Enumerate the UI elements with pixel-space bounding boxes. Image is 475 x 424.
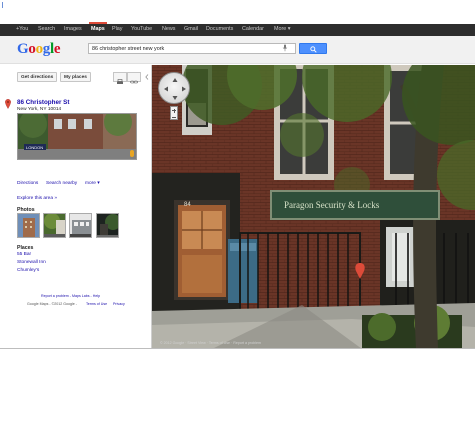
window-bottom-border xyxy=(0,348,475,349)
search-icon xyxy=(310,46,317,53)
get-directions-button[interactable]: Get directions xyxy=(17,72,58,82)
photo-thumbnail[interactable] xyxy=(69,213,92,238)
search-button[interactable] xyxy=(299,43,327,54)
photo-thumbnail[interactable] xyxy=(96,213,119,238)
pan-arrows-icon xyxy=(164,78,186,100)
place-title[interactable]: 86 Christopher St xyxy=(17,99,69,106)
gbar-documents[interactable]: Documents xyxy=(206,26,233,32)
gbar-gmail[interactable]: Gmail xyxy=(184,26,198,32)
places-heading: Places xyxy=(17,245,34,251)
gbar-search[interactable]: Search xyxy=(38,26,55,32)
storefront-sign: Paragon Security & Locks xyxy=(270,190,440,220)
photo-image xyxy=(18,214,39,237)
photo-thumbnail[interactable] xyxy=(43,213,66,238)
gbar-images[interactable]: Images xyxy=(64,26,82,32)
google-logo[interactable]: Google xyxy=(17,41,61,58)
door-number: 84 xyxy=(184,202,191,208)
logo-letter: o xyxy=(28,41,36,57)
zoom-control[interactable] xyxy=(170,106,178,120)
street-view-thumbnail-image: LONDON xyxy=(18,114,136,159)
location-marker-icon xyxy=(5,99,11,109)
more-link[interactable]: more ▾ xyxy=(85,181,100,186)
pan-control[interactable] xyxy=(158,72,190,104)
footer-links[interactable]: Report a problem - Maps Labs - Help xyxy=(41,294,100,298)
gbar-news[interactable]: News xyxy=(162,26,175,32)
place-link-chumleys[interactable]: Chumley's xyxy=(17,268,39,273)
search-nearby-link[interactable]: Search nearby xyxy=(46,181,77,186)
print-icon xyxy=(117,79,123,84)
thumbnail-sign-text: LONDON xyxy=(26,145,43,150)
directions-link[interactable]: Directions xyxy=(17,181,38,186)
browser-edge-mark xyxy=(2,2,3,8)
terms-link[interactable]: Terms of Use xyxy=(86,302,107,306)
photo-image xyxy=(44,214,65,237)
gbar-youtube[interactable]: YouTube xyxy=(131,26,152,32)
explore-area-link[interactable]: Explore this area » xyxy=(17,196,57,201)
zoom-in-icon[interactable] xyxy=(172,108,176,113)
place-link-stonewall-inn[interactable]: Stonewall Inn xyxy=(17,260,46,265)
photo-image xyxy=(97,214,118,237)
logo-letter: G xyxy=(17,41,29,57)
logo-letter: g xyxy=(42,41,51,57)
gbar-calendar[interactable]: Calendar xyxy=(242,26,264,32)
gbar-play[interactable]: Play xyxy=(112,26,123,32)
street-view-thumbnail[interactable]: LONDON xyxy=(17,113,137,160)
gbar-maps[interactable]: Maps xyxy=(89,22,107,32)
logo-letter: e xyxy=(53,41,61,57)
place-address: New York, NY 10014 xyxy=(17,107,62,112)
map-copyright: © 2012 Google · Street View · Terms of U… xyxy=(160,341,261,345)
gbar-you[interactable]: +You xyxy=(16,26,28,32)
google-bar: +You Search Images Maps Play YouTube New… xyxy=(0,22,475,36)
browser-top-strip xyxy=(0,0,475,24)
logo-letter: o xyxy=(35,41,44,57)
link-icon xyxy=(130,80,138,84)
photo-image xyxy=(70,214,91,237)
zoom-out-icon[interactable] xyxy=(172,117,176,118)
footer-legal: Google Maps - ©2012 Google - xyxy=(27,302,77,306)
my-places-button[interactable]: My places xyxy=(60,72,91,82)
collapse-panel-icon[interactable] xyxy=(145,74,149,80)
place-link-55-bar[interactable]: 55 Bar xyxy=(17,252,31,257)
photo-thumbnail[interactable] xyxy=(17,213,40,238)
storefront-sign-text: Paragon Security & Locks xyxy=(284,200,380,210)
privacy-link[interactable]: Privacy xyxy=(113,302,125,306)
microphone-icon[interactable] xyxy=(282,44,288,52)
print-button[interactable] xyxy=(113,72,127,84)
gbar-more[interactable]: More ▾ xyxy=(274,26,291,32)
search-input[interactable]: 86 christopher street new york xyxy=(88,43,296,54)
link-button[interactable] xyxy=(127,72,141,84)
